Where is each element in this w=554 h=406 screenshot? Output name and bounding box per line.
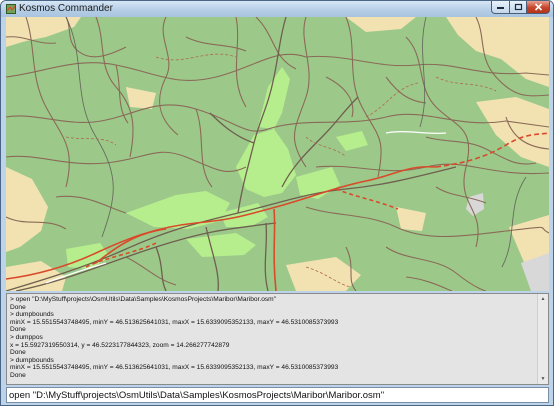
console-line: Done — [10, 371, 26, 379]
console-line: Done — [10, 349, 26, 357]
console-line: > dumpbounds — [10, 311, 54, 319]
map-canvas[interactable] — [6, 17, 549, 291]
minimize-icon — [497, 7, 504, 9]
kosmos-app-icon — [6, 4, 16, 14]
console-scrollbar[interactable]: ▲ ▼ — [537, 294, 548, 384]
close-button[interactable] — [526, 1, 550, 14]
console-line: Done — [10, 326, 26, 334]
map-view[interactable] — [6, 17, 549, 291]
command-input[interactable] — [6, 387, 549, 403]
console-log: > open "D:\MyStuff\projects\OsmUtils\Dat… — [10, 296, 530, 380]
console-output[interactable]: > open "D:\MyStuff\projects\OsmUtils\Dat… — [6, 293, 549, 385]
close-icon — [534, 3, 542, 11]
console-line: minX = 15.5515543748495, minY = 46.51362… — [10, 364, 339, 372]
maximize-icon — [514, 3, 522, 11]
console-line: x = 15.5927319550314, y = 46.52231778443… — [10, 341, 230, 349]
title-bar[interactable]: Kosmos Commander — [1, 1, 553, 17]
minimize-button[interactable] — [491, 1, 510, 14]
main-window: Kosmos Commander > open "D:\MyStuff\proj… — [0, 0, 554, 406]
scroll-up-arrow-icon[interactable]: ▲ — [538, 294, 548, 304]
console-line: > dumppos — [10, 333, 43, 341]
window-title: Kosmos Commander — [19, 3, 113, 14]
console-line: > dumpbounds — [10, 356, 54, 364]
console-line: > open "D:\MyStuff\projects\OsmUtils\Dat… — [10, 296, 277, 303]
console-line: Done — [10, 303, 26, 311]
scroll-down-arrow-icon[interactable]: ▼ — [538, 374, 548, 384]
console-line: minX = 15.5515543748495, minY = 46.51362… — [10, 318, 339, 326]
maximize-button[interactable] — [509, 1, 527, 14]
